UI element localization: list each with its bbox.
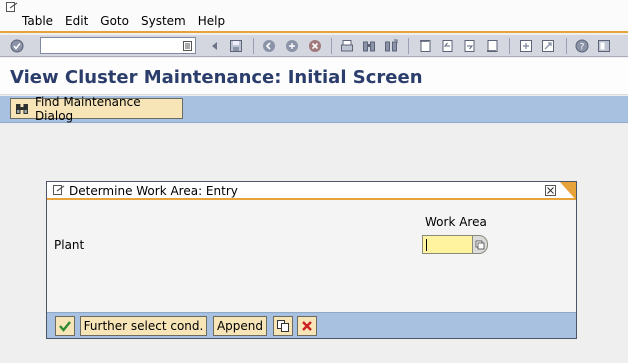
cancel-icon[interactable] [308,39,322,53]
binoculars-icon [15,103,28,114]
value-help-button[interactable] [472,235,488,254]
back-arrow-icon[interactable] [208,39,222,53]
dialog-system-icon[interactable] [53,185,65,195]
cancel-x-icon [302,321,312,331]
title-bar: View Cluster Maintenance: Initial Screen [0,58,628,95]
further-select-cond-label: Further select cond. [83,319,204,333]
text-cursor [426,239,427,251]
value-help-icon [475,240,485,250]
first-page-icon[interactable] [418,39,432,53]
create-session-icon[interactable] [519,39,533,53]
next-page-icon[interactable] [462,39,476,53]
menu-table[interactable]: Table [22,14,53,28]
dialog-corner-decoration [560,182,576,200]
print-icon[interactable] [340,39,354,53]
checkmark-icon [59,321,71,332]
dialog-title: Determine Work Area: Entry [69,184,238,198]
menu-items: Table Edit Goto System Help [22,14,237,28]
work-area-plant-input[interactable] [422,235,473,254]
back-icon[interactable] [262,39,276,53]
copy-icon [277,320,289,332]
system-menu-icon[interactable] [6,2,18,12]
command-field[interactable] [40,37,196,54]
svg-text:?: ? [580,43,585,53]
standard-toolbar: ? [0,35,628,57]
dialog-button-bar: Further select cond. Append [47,312,576,338]
close-icon[interactable] [545,185,556,196]
command-history-icon[interactable] [183,41,192,51]
work-area-column-header: Work Area [425,215,487,229]
save-icon[interactable] [229,39,243,53]
toolbar-separator [331,38,332,54]
further-select-cond-button[interactable]: Further select cond. [80,316,207,336]
enter-icon[interactable] [10,39,24,53]
plant-label: Plant [54,238,85,252]
menu-goto[interactable]: Goto [100,14,129,28]
menu-edit[interactable]: Edit [65,14,88,28]
dialog-title-bar: Determine Work Area: Entry [47,182,576,200]
layout-menu-icon[interactable] [597,39,611,53]
help-icon[interactable]: ? [575,39,589,53]
menu-bar: Table Edit Goto System Help [0,0,628,33]
determine-work-area-dialog: Determine Work Area: Entry Work Area Pla… [46,181,577,339]
continue-button[interactable] [55,316,75,336]
find-icon[interactable] [362,39,376,53]
find-next-icon[interactable] [384,39,398,53]
append-button[interactable]: Append [213,316,267,336]
find-maintenance-dialog-button[interactable]: Find Maintenance Dialog [10,95,183,123]
application-toolbar: Find Maintenance Dialog [0,95,628,123]
menu-help[interactable]: Help [198,14,225,28]
last-page-icon[interactable] [485,39,499,53]
toolbar-separator [253,38,254,54]
toolbar-separator [566,38,567,54]
page-title: View Cluster Maintenance: Initial Screen [10,67,423,88]
menu-system[interactable]: System [141,14,186,28]
copy-button[interactable] [273,316,293,336]
previous-page-icon[interactable] [440,39,454,53]
shortcut-icon[interactable] [541,39,555,53]
toolbar-separator [408,38,409,54]
find-maintenance-dialog-label: Find Maintenance Dialog [34,94,141,123]
exit-icon[interactable] [285,39,299,53]
cancel-button[interactable] [297,316,317,336]
append-label: Append [216,319,264,333]
toolbar-separator [509,38,510,54]
